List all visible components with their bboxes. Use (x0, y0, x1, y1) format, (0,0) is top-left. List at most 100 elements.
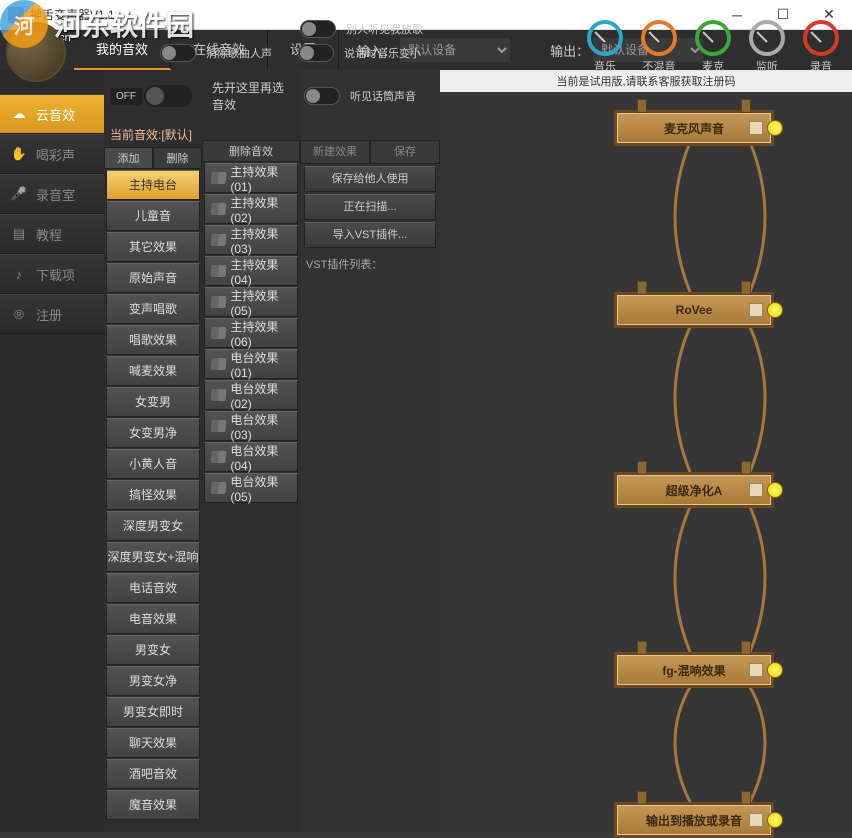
cloud-icon: ☁ (10, 105, 28, 123)
sidebar-label: 注册 (36, 305, 62, 324)
node-output[interactable]: 输出到播放或录音 (614, 802, 774, 838)
effect-item[interactable]: 搞怪效果 (106, 480, 200, 510)
effect-item[interactable]: 儿童音 (106, 201, 200, 231)
effect-list: 主持电台 儿童音 其它效果 原始声音 变声唱歌 唱歌效果 喊麦效果 女变男 女变… (104, 169, 202, 832)
gauge-dial-icon (695, 20, 731, 56)
preset-icon (210, 203, 226, 215)
effect-item[interactable]: 深度男变女+混响 (106, 542, 200, 572)
preset-icon (210, 482, 226, 494)
preset-item[interactable]: 主持效果(01) (204, 163, 298, 193)
effect-item[interactable]: 其它效果 (106, 232, 200, 262)
preset-item[interactable]: 主持效果(03) (204, 225, 298, 255)
opt-label: 听见话筒声音 (350, 88, 416, 104)
sidebar-item-studio[interactable]: 🎤录音室 (0, 174, 104, 214)
gauge-dial-icon (749, 20, 785, 56)
slider-icon (749, 303, 763, 317)
effect-item[interactable]: 唱歌效果 (106, 325, 200, 355)
preset-item[interactable]: 主持效果(02) (204, 194, 298, 224)
effect-item[interactable]: 原始声音 (106, 263, 200, 293)
opt-hear-mic-toggle[interactable] (304, 87, 340, 105)
effect-item[interactable]: 深度男变女 (106, 511, 200, 541)
scanning-status: 正在扫描... (304, 194, 436, 220)
led-icon (767, 662, 783, 678)
effect-item[interactable]: 喊麦效果 (106, 356, 200, 386)
sidebar-item-tutorial[interactable]: ▤教程 (0, 214, 104, 254)
preset-item[interactable]: 主持效果(05) (204, 287, 298, 317)
tab-delete[interactable]: 删除 (153, 147, 202, 169)
preset-icon (210, 172, 226, 184)
save-for-others-button[interactable]: 保存给他人使用 (304, 166, 436, 192)
gauge-mic[interactable]: 麦克 (692, 20, 734, 74)
gauge-row: 音乐 不混音 麦克 监听 录音 (584, 20, 842, 74)
sidebar-item-applause[interactable]: ✋ 喝彩声 (0, 134, 104, 174)
led-icon (767, 482, 783, 498)
save-button[interactable]: 保存 (370, 140, 440, 164)
watermark-text: 河东软件园 (54, 4, 194, 44)
effect-item[interactable]: 聊天效果 (106, 728, 200, 758)
effects-column: OFF 当前音效:[默认] 添加 删除 主持电台 儿童音 其它效果 原始声音 变… (104, 70, 202, 832)
effect-item[interactable]: 变声唱歌 (106, 294, 200, 324)
effect-item[interactable]: 男变女即时 (106, 697, 200, 727)
sidebar-label: 录音室 (36, 185, 75, 204)
preset-item[interactable]: 电台效果(04) (204, 442, 298, 472)
watermark-logo: 河 (0, 0, 48, 48)
preset-item[interactable]: 电台效果(01) (204, 349, 298, 379)
register-icon: ® (10, 305, 28, 323)
hint-text: 先开这里再选音效 (212, 79, 292, 113)
effect-item[interactable]: 男变女净 (106, 666, 200, 696)
applause-icon: ✋ (10, 145, 28, 163)
tab-add[interactable]: 添加 (104, 147, 153, 169)
led-icon (767, 302, 783, 318)
preset-item[interactable]: 电台效果(02) (204, 380, 298, 410)
node-mic-input[interactable]: 麦克风声音 (614, 110, 774, 146)
preset-icon (210, 451, 226, 463)
book-icon: ▤ (10, 225, 28, 243)
sidebar: ☁ 云音效 ✋ 喝彩声 🎤录音室 ▤教程 ♪下载项 ® 注册 (0, 70, 104, 832)
effect-item[interactable]: 酒吧音效 (106, 759, 200, 789)
new-effect-button[interactable]: 新建效果 (300, 140, 370, 164)
sidebar-item-download[interactable]: ♪下载项 (0, 254, 104, 294)
sidebar-item-register[interactable]: ® 注册 (0, 294, 104, 334)
led-icon (767, 812, 783, 828)
slider-icon (749, 813, 763, 827)
preset-tab-delete[interactable]: 删除音效 (202, 140, 300, 162)
sidebar-label: 云音效 (36, 105, 75, 124)
node-reverb[interactable]: fg-混响效果 (614, 652, 774, 688)
preset-icon (210, 420, 226, 432)
effect-item[interactable]: 主持电台 (106, 170, 200, 200)
sidebar-label: 喝彩声 (36, 145, 75, 164)
effect-item[interactable]: 女变男 (106, 387, 200, 417)
effect-item[interactable]: 电话音效 (106, 573, 200, 603)
actions-column: 听见话筒声音 新建效果 保存 保存给他人使用 正在扫描... 导入VST插件..… (300, 70, 440, 832)
gauge-record[interactable]: 录音 (800, 20, 842, 74)
preset-item[interactable]: 电台效果(03) (204, 411, 298, 441)
opt3-label: 消除歌曲人声 (206, 45, 272, 61)
effect-item[interactable]: 男变女 (106, 635, 200, 665)
preset-icon (210, 265, 226, 277)
gauge-monitor[interactable]: 监听 (746, 20, 788, 74)
preset-icon (210, 389, 226, 401)
effect-item[interactable]: 电音效果 (106, 604, 200, 634)
gauge-music[interactable]: 音乐 (584, 20, 626, 74)
opt2-label: 别人听见我放歌 (346, 21, 423, 37)
preset-item[interactable]: 电台效果(05) (204, 473, 298, 503)
opt-duck-music-toggle[interactable] (298, 44, 334, 62)
effect-item[interactable]: 小黄人音 (106, 449, 200, 479)
opt-others-hear-toggle[interactable] (300, 20, 336, 38)
gauge-nomix[interactable]: 不混音 (638, 20, 680, 74)
sidebar-label: 下载项 (36, 265, 75, 284)
node-canvas: 别人听见我放歌 消除歌曲人声 说话时音乐变小 音乐 不混音 麦克 监听 录音 当… (440, 70, 852, 832)
import-vst-button[interactable]: 导入VST插件... (304, 222, 436, 248)
node-purify[interactable]: 超级净化A (614, 472, 774, 508)
master-toggle[interactable] (144, 85, 192, 107)
preset-item[interactable]: 主持效果(06) (204, 318, 298, 348)
current-effect-label: 当前音效:[默认] (104, 122, 202, 147)
effect-item[interactable]: 魔音效果 (106, 790, 200, 820)
sidebar-item-cloud[interactable]: ☁ 云音效 (0, 94, 104, 134)
preset-icon (210, 296, 226, 308)
led-icon (767, 120, 783, 136)
preset-item[interactable]: 主持效果(04) (204, 256, 298, 286)
vst-list-label: VST插件列表： (300, 250, 440, 278)
effect-item[interactable]: 女变男净 (106, 418, 200, 448)
node-rovee[interactable]: RoVee (614, 292, 774, 328)
